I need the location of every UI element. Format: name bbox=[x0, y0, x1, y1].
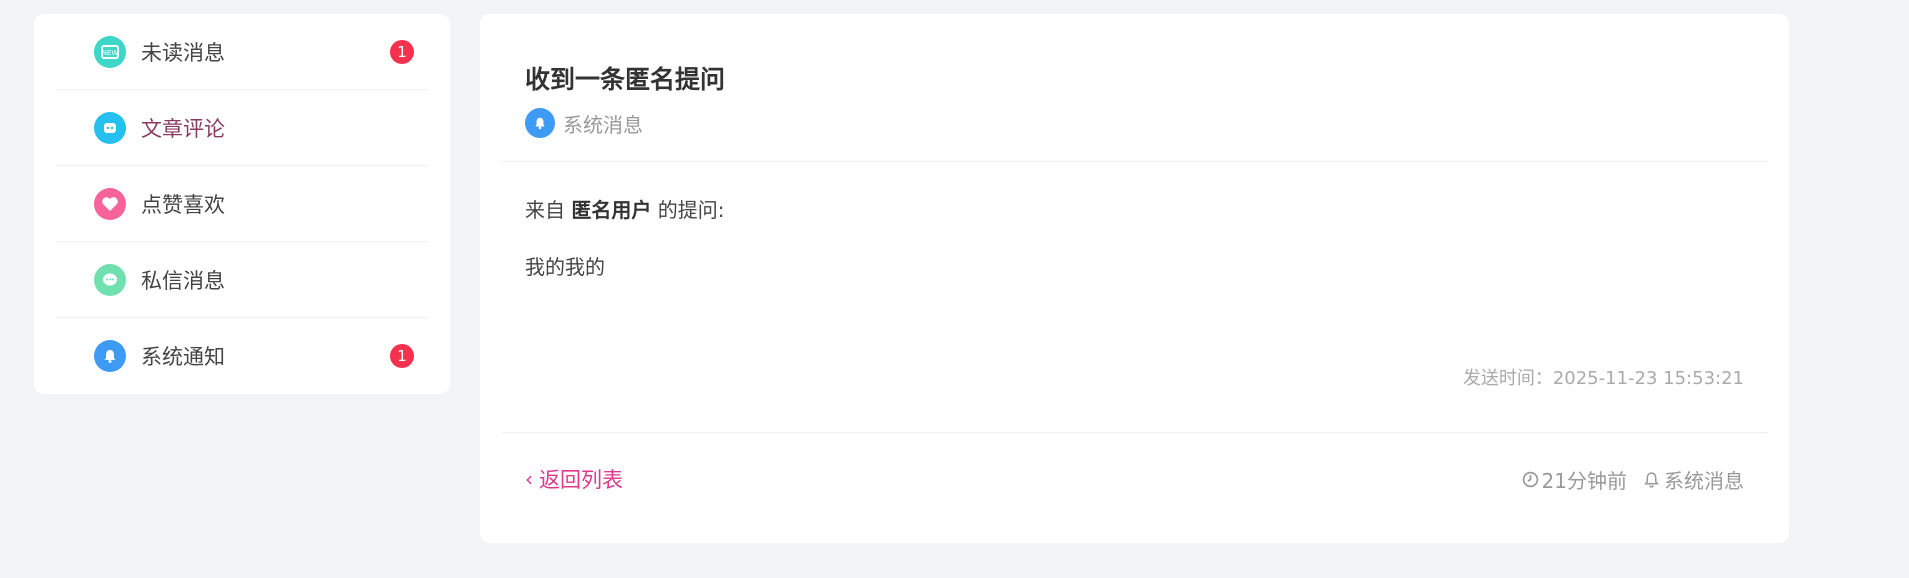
bell-icon bbox=[525, 108, 555, 138]
svg-text:NEW: NEW bbox=[102, 49, 119, 57]
sidebar-item-system[interactable]: 系统通知 1 bbox=[56, 318, 428, 394]
send-time: 发送时间：2025-11-23 15:53:21 bbox=[1462, 368, 1744, 389]
comment-icon bbox=[94, 111, 126, 144]
bell-icon bbox=[94, 340, 126, 372]
sidebar-item-comments[interactable]: 文章评论 bbox=[56, 90, 428, 166]
message-meta: 21分钟前 系统消息 bbox=[1522, 465, 1744, 494]
footer-category: 系统消息 bbox=[1664, 469, 1744, 493]
heart-icon bbox=[94, 187, 126, 220]
system-badge: 1 bbox=[390, 344, 414, 368]
back-label: 返回列表 bbox=[539, 468, 623, 492]
sidebar-item-likes[interactable]: 点赞喜欢 bbox=[56, 166, 428, 242]
sidebar-item-label: 文章评论 bbox=[141, 116, 225, 141]
bell-outline-icon bbox=[1643, 471, 1660, 488]
sidebar: NEW 未读消息 1 文章评论 点赞喜欢 私信消息 系统通知 1 bbox=[34, 14, 450, 394]
sidebar-item-messages[interactable]: 私信消息 bbox=[56, 242, 428, 318]
sidebar-item-label: 私信消息 bbox=[141, 268, 225, 293]
chevron-left-icon: ‹ bbox=[525, 467, 533, 491]
sidebar-item-label: 未读消息 bbox=[141, 40, 225, 65]
sidebar-item-unread[interactable]: NEW 未读消息 1 bbox=[56, 14, 428, 90]
from-prefix: 来自 bbox=[525, 198, 565, 222]
message-from: 来自 匿名用户 的提问: bbox=[525, 194, 724, 223]
message-title: 收到一条匿名提问 bbox=[525, 65, 726, 94]
message-card: 收到一条匿名提问 系统消息 来自 匿名用户 的提问: 我的我的 发送时间：202… bbox=[480, 14, 1789, 543]
category-label: 系统消息 bbox=[563, 112, 643, 137]
chat-icon bbox=[94, 263, 126, 296]
back-to-list-link[interactable]: ‹ 返回列表 bbox=[525, 464, 623, 494]
sidebar-item-label: 点赞喜欢 bbox=[141, 192, 225, 217]
divider bbox=[502, 432, 1767, 433]
unread-badge: 1 bbox=[390, 39, 414, 64]
message-category: 系统消息 bbox=[525, 108, 643, 138]
divider bbox=[502, 161, 1767, 162]
clock-icon bbox=[1522, 471, 1539, 488]
sidebar-item-label: 系统通知 bbox=[141, 345, 225, 369]
from-user: 匿名用户 bbox=[571, 198, 652, 222]
relative-time: 21分钟前 bbox=[1541, 469, 1627, 493]
from-suffix: 的提问: bbox=[657, 198, 725, 222]
unread-icon: NEW bbox=[94, 35, 126, 68]
question-text: 我的我的 bbox=[525, 255, 605, 279]
